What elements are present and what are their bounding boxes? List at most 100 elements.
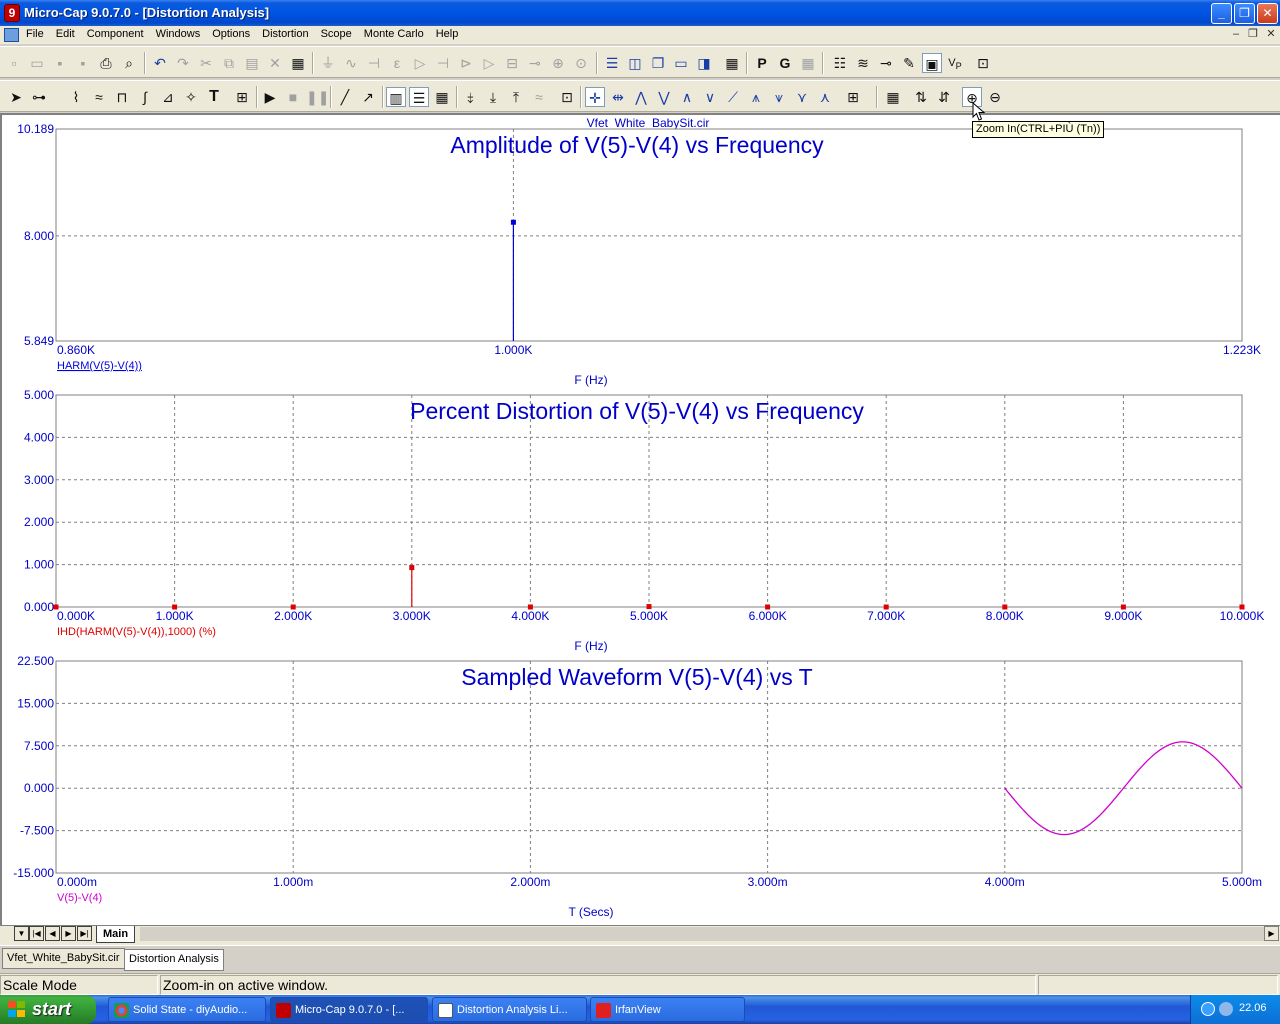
cursor-valley-icon[interactable]: ⤓ [483, 87, 503, 107]
print-icon[interactable]: ⎙ [96, 53, 116, 73]
cursor-peak-icon[interactable]: ⤈ [460, 87, 480, 107]
task-browser[interactable]: Solid State - diyAudio... [108, 997, 266, 1022]
grid-medium-icon[interactable]: ☰ [409, 87, 429, 107]
list-icon[interactable]: ☷ [830, 53, 850, 73]
scroll-right-icon[interactable]: ▶ [1264, 926, 1279, 941]
undo-icon[interactable]: ↶ [150, 53, 170, 73]
menu-distortion[interactable]: Distortion [262, 28, 314, 40]
paste-icon[interactable]: ▤ [242, 53, 262, 73]
pause-icon[interactable]: ❚❚ [306, 87, 329, 107]
scale-icon[interactable]: ⊡ [557, 87, 577, 107]
component-mode-icon[interactable]: ⊶ [29, 87, 49, 107]
app-icon[interactable]: 9 [4, 4, 20, 22]
menu-file[interactable]: File [26, 28, 50, 40]
back-icon[interactable] [1201, 1002, 1215, 1016]
menu-component[interactable]: Component [87, 28, 150, 40]
start-button[interactable]: start [0, 995, 96, 1024]
grid-fine-icon[interactable]: ▥ [386, 87, 406, 107]
axis-icon[interactable]: ⊿ [158, 87, 178, 107]
cut-icon[interactable]: ✂ [196, 53, 216, 73]
first-sheet-icon[interactable]: |◀ [29, 926, 44, 941]
global-high-icon[interactable]: ⋏ [815, 87, 835, 107]
inductor-icon[interactable]: ε [387, 53, 407, 73]
task-distortion-list[interactable]: Distortion Analysis Li... [432, 997, 587, 1022]
zoom-out-icon[interactable]: ⊖ [985, 87, 1005, 107]
copy-icon[interactable]: ⧉ [219, 53, 239, 73]
inflection-icon[interactable]: ⋎ [792, 87, 812, 107]
document-icon[interactable] [4, 28, 19, 42]
valley-icon[interactable]: ⋁ [654, 87, 674, 107]
next-valley-icon[interactable]: ∨ [700, 87, 720, 107]
high-icon[interactable]: ⩚ [746, 87, 766, 107]
prev-sheet-icon[interactable]: ◀ [45, 926, 60, 941]
network-icon[interactable] [1219, 1002, 1233, 1016]
menu-options[interactable]: Options [212, 28, 256, 40]
next-peak-icon[interactable]: ∧ [677, 87, 697, 107]
minimize-button[interactable]: _ [1211, 3, 1232, 24]
cursor-wave-icon[interactable]: ≈ [529, 87, 549, 107]
scope-icon[interactable]: ▣ [922, 53, 942, 73]
grid-icon[interactable]: ▦ [798, 53, 818, 73]
next-sheet-icon[interactable]: ▶ [61, 926, 76, 941]
select-all-icon[interactable]: ▦ [288, 53, 308, 73]
peak-icon[interactable]: ⋀ [631, 87, 651, 107]
task-irfanview[interactable]: IrfanView [590, 997, 745, 1022]
stop-icon[interactable]: ■ [283, 87, 303, 107]
horizontal-scrollbar[interactable] [140, 927, 1264, 941]
redo-icon[interactable]: ↷ [173, 53, 193, 73]
save-all-icon[interactable]: ▪ [73, 53, 93, 73]
tab-distortion-analysis[interactable]: Distortion Analysis [124, 949, 224, 971]
fo-icon[interactable]: ✧ [181, 87, 201, 107]
menu-monte-carlo[interactable]: Monte Carlo [364, 28, 430, 40]
battery-icon[interactable]: ⊣ [433, 53, 453, 73]
monitor-icon[interactable]: ⊡ [973, 53, 993, 73]
ac-source-icon[interactable]: ⊙ [571, 53, 591, 73]
pen-icon[interactable]: ✎ [899, 53, 919, 73]
mdi-minimize-icon[interactable]: – [1228, 27, 1244, 42]
save-icon[interactable]: ▪ [50, 53, 70, 73]
switch-icon[interactable]: ⊸ [525, 53, 545, 73]
table-icon[interactable]: ▦ [883, 87, 903, 107]
last-sheet-icon[interactable]: ▶| [77, 926, 92, 941]
flag-icon[interactable]: ⊓ [112, 87, 132, 107]
text-tool-icon[interactable]: T [204, 87, 224, 107]
waveform-icon[interactable]: ≋ [853, 53, 873, 73]
close-button[interactable]: ✕ [1257, 3, 1278, 24]
slope-icon[interactable]: ⟋ [723, 87, 743, 107]
vp-icon[interactable]: VP [945, 53, 965, 73]
low-icon[interactable]: ⩛ [769, 87, 789, 107]
open-folder-icon[interactable]: ▭ [27, 53, 47, 73]
menu-windows[interactable]: Windows [156, 28, 207, 40]
align-cursors-icon[interactable]: ⇅ [911, 87, 931, 107]
properties-icon[interactable]: ⊞ [232, 87, 252, 107]
mdi-restore-icon[interactable]: ❐ [1245, 27, 1261, 42]
menu-edit[interactable]: Edit [56, 28, 81, 40]
g-icon[interactable]: G [775, 53, 795, 73]
arrow-line-icon[interactable]: ↗ [358, 87, 378, 107]
diode-icon[interactable]: ▷ [410, 53, 430, 73]
text-plot-icon[interactable]: ≈ [89, 87, 109, 107]
dropdown-icon[interactable]: ▼ [14, 926, 29, 941]
delete-icon[interactable]: ✕ [265, 53, 285, 73]
sticky-icon[interactable]: ⊞ [843, 87, 863, 107]
curve-icon[interactable]: ∫ [135, 87, 155, 107]
print-preview-icon[interactable]: ⌕ [119, 53, 139, 73]
sheet-tab-main[interactable]: Main [96, 926, 136, 943]
task-microcap[interactable]: Micro-Cap 9.0.7.0 - [... [270, 997, 428, 1022]
resistor-icon[interactable]: ∿ [341, 53, 361, 73]
menu-help[interactable]: Help [436, 28, 465, 40]
ground-icon[interactable]: ⏚ [318, 53, 338, 73]
menu-scope[interactable]: Scope [321, 28, 358, 40]
select-arrow-icon[interactable]: ➤ [6, 87, 26, 107]
cursor-mode-icon[interactable]: ✛ [585, 87, 605, 107]
capacitor-icon[interactable]: ⊣ [364, 53, 384, 73]
cursor-high-icon[interactable]: ⤒ [506, 87, 526, 107]
tag-icon[interactable]: ⇵ [934, 87, 954, 107]
grid-coarse-icon[interactable]: ▦ [432, 87, 452, 107]
run-icon[interactable]: ▶ [260, 87, 280, 107]
probe-icon[interactable]: ⊸ [876, 53, 896, 73]
tile-horizontal-icon[interactable]: ☰ [602, 53, 622, 73]
tile-vertical-icon[interactable]: ◫ [625, 53, 645, 73]
p-icon[interactable]: P [752, 53, 772, 73]
mdi-close-icon[interactable]: ✕ [1263, 27, 1279, 42]
